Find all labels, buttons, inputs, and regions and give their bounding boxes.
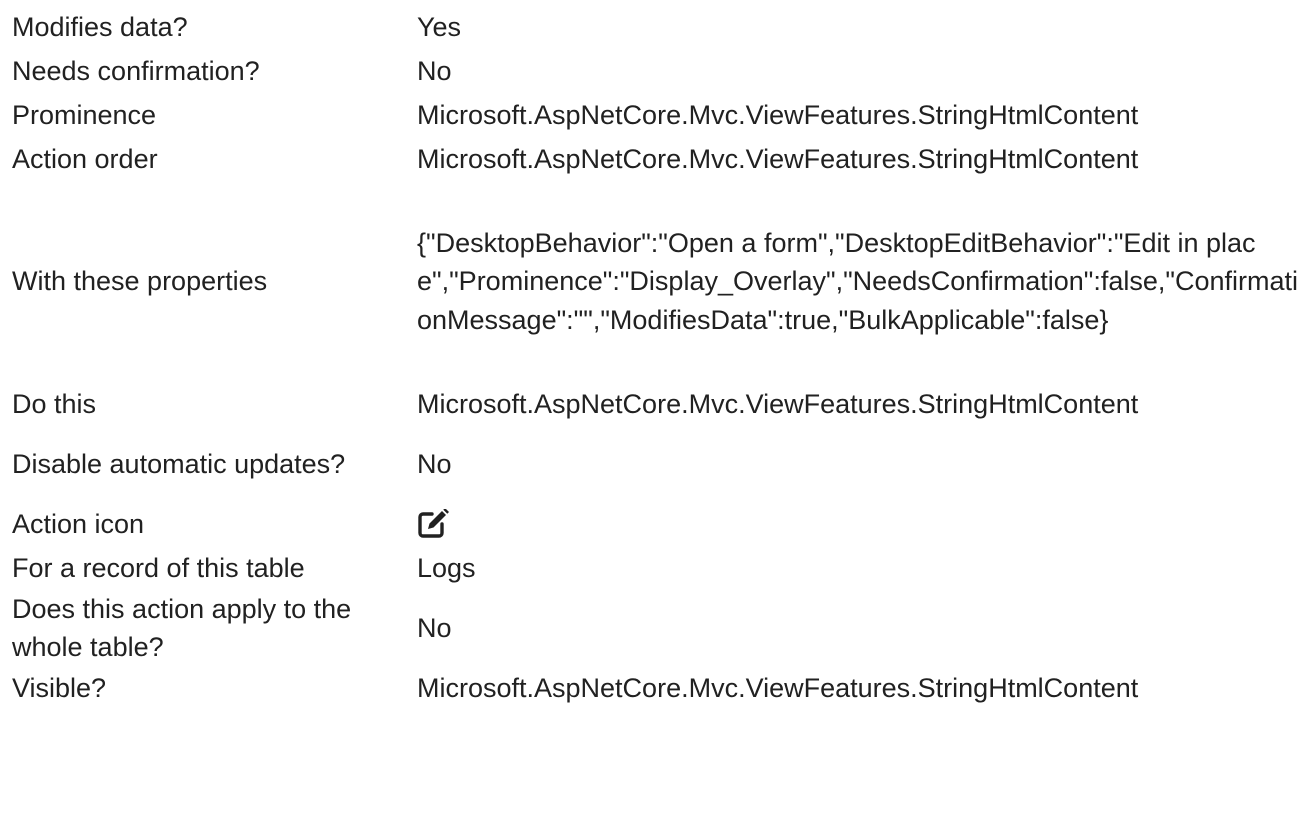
property-label: Prominence <box>12 99 157 130</box>
property-row-disable-automatic-updates: Disable automatic updates? No <box>12 426 1302 502</box>
property-row-modifies-data: Modifies data? Yes <box>12 5 1302 49</box>
property-label: Disable automatic updates? <box>12 448 346 479</box>
property-value: Logs <box>417 552 476 583</box>
action-properties-table: Modifies data? Yes Needs confirmation? N… <box>12 5 1302 711</box>
property-label: Action order <box>12 143 158 174</box>
property-label: For a record of this table <box>12 552 305 583</box>
property-value: No <box>417 55 452 86</box>
property-label: Action icon <box>12 508 145 539</box>
property-value: Yes <box>417 11 462 42</box>
property-label: Do this <box>12 388 97 419</box>
property-label: Does this action apply to the whole tabl… <box>12 594 352 663</box>
property-value: Microsoft.AspNetCore.Mvc.ViewFeatures.St… <box>417 99 1139 130</box>
property-label: With these properties <box>12 266 268 297</box>
property-row-applies-to-whole-table: Does this action apply to the whole tabl… <box>12 590 1302 667</box>
property-label: Visible? <box>12 673 107 704</box>
property-row-for-a-record-of-this-table: For a record of this table Logs <box>12 546 1302 590</box>
property-value-icon <box>417 502 1302 546</box>
property-value: No <box>417 613 452 644</box>
property-label: Needs confirmation? <box>12 55 260 86</box>
property-label: Modifies data? <box>12 11 188 42</box>
edit-icon <box>418 509 449 538</box>
property-row-action-icon: Action icon <box>12 502 1302 546</box>
property-row-action-order: Action order Microsoft.AspNetCore.Mvc.Vi… <box>12 137 1302 181</box>
property-value: Microsoft.AspNetCore.Mvc.ViewFeatures.St… <box>417 673 1139 704</box>
property-value: Microsoft.AspNetCore.Mvc.ViewFeatures.St… <box>417 143 1139 174</box>
property-row-do-this: Do this Microsoft.AspNetCore.Mvc.ViewFea… <box>12 382 1302 426</box>
property-row-with-these-properties: With these properties {"DesktopBehavior"… <box>12 181 1302 382</box>
property-value: No <box>417 448 452 479</box>
property-row-visible: Visible? Microsoft.AspNetCore.Mvc.ViewFe… <box>12 667 1302 711</box>
property-row-needs-confirmation: Needs confirmation? No <box>12 49 1302 93</box>
property-value: Microsoft.AspNetCore.Mvc.ViewFeatures.St… <box>417 388 1139 419</box>
property-value-json: {"DesktopBehavior":"Open a form","Deskto… <box>417 228 1299 335</box>
property-row-prominence: Prominence Microsoft.AspNetCore.Mvc.View… <box>12 93 1302 137</box>
